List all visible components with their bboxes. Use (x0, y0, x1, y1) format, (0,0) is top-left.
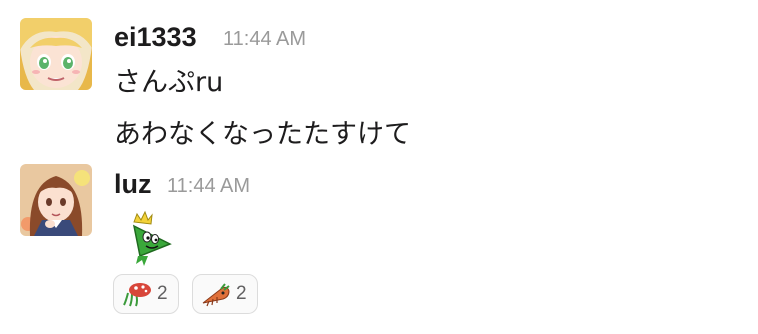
anime-girl-blonde-avatar-icon (20, 18, 92, 90)
user-avatar-luz[interactable] (20, 164, 92, 236)
message-group-ei1333: ei1333 11:44 AM さんぷru あわなくなったたすけて (0, 0, 758, 160)
anime-girl-brown-hair-avatar-icon (20, 164, 92, 236)
crawling-carrot-creature-emoji-icon (201, 281, 231, 307)
red-mushroom-creature-emoji-icon (122, 281, 152, 307)
green-crowned-triangle-emoji-icon (120, 210, 178, 268)
username[interactable]: luz (114, 169, 152, 200)
message-text: あわなくなったたすけて (114, 119, 411, 150)
reaction-button[interactable]: 2 (192, 274, 258, 314)
reaction-count: 2 (157, 283, 168, 304)
timestamp[interactable]: 11:44 AM (167, 175, 250, 198)
message-group-luz: luz 11:44 AM 2 2 (0, 160, 758, 334)
reaction-button[interactable]: 2 (113, 274, 179, 314)
user-avatar-ei1333[interactable] (20, 18, 92, 90)
username[interactable]: ei1333 (114, 22, 197, 53)
timestamp[interactable]: 11:44 AM (223, 28, 306, 51)
reaction-count: 2 (236, 283, 247, 304)
message-text: さんぷru (114, 67, 224, 98)
